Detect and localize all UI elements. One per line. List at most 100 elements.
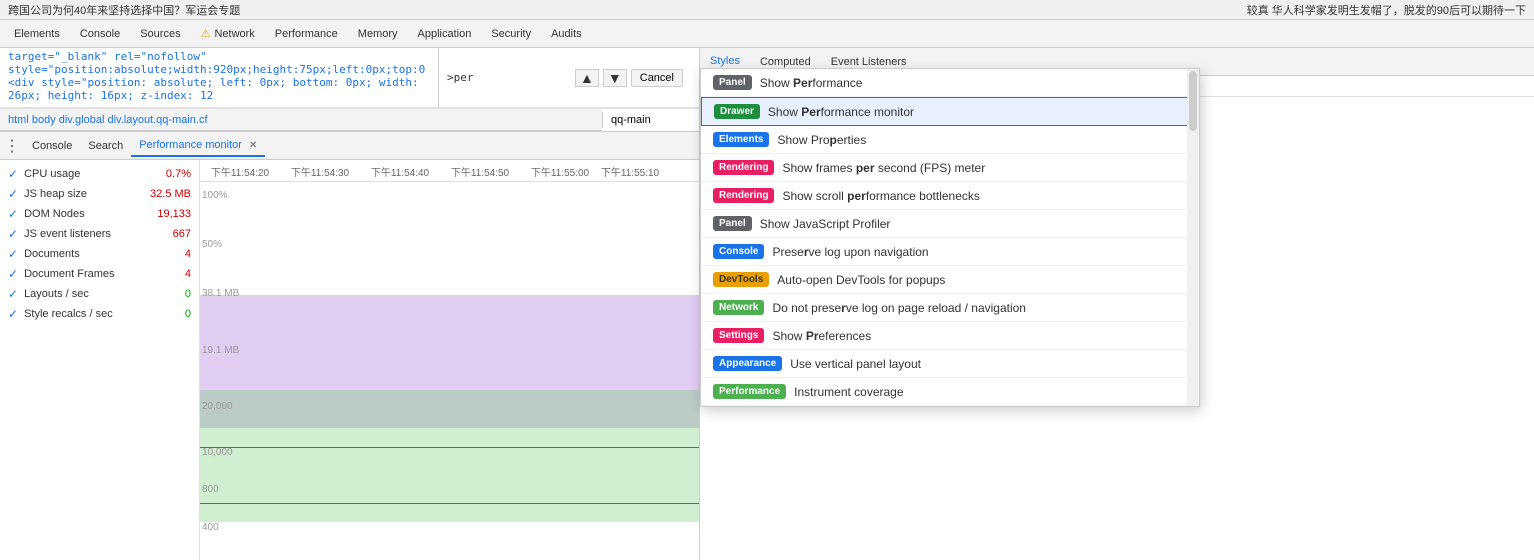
dropdown-text-settings-prefs: Show Preferences bbox=[772, 329, 1187, 343]
grid-100: 100% bbox=[202, 190, 228, 201]
grid-400: 400 bbox=[202, 522, 219, 533]
grid-50: 50% bbox=[202, 239, 222, 250]
breadcrumb-path[interactable]: html body div.global div.layout.qq-main.… bbox=[8, 114, 208, 126]
search-input[interactable] bbox=[611, 114, 691, 126]
check-icon5: ✓ bbox=[8, 247, 18, 261]
dropdown-text-panel-perf: Show Performance bbox=[760, 76, 1187, 90]
tab-console[interactable]: Console bbox=[70, 24, 130, 44]
metric-layouts: ✓ Layouts / sec 0 bbox=[0, 284, 199, 304]
metric-frames-label: Document Frames bbox=[24, 268, 141, 280]
source-right: >per bbox=[447, 71, 474, 84]
dropdown-text-console-preserve: Preserve log upon navigation bbox=[772, 245, 1187, 259]
metric-frames-value: 4 bbox=[141, 268, 191, 280]
command-dropdown: Panel Show Performance Drawer Show Perfo… bbox=[700, 68, 1200, 407]
tab-application[interactable]: Application bbox=[408, 24, 482, 44]
breadcrumb: html body div.global div.layout.qq-main.… bbox=[0, 109, 602, 131]
metric-recalcs-value: 0 bbox=[141, 308, 191, 320]
time-label-2: 下午11:54:30 bbox=[280, 164, 360, 179]
tab-elements[interactable]: Elements bbox=[4, 24, 70, 44]
dropdown-text-network-preserve: Do not preserve log on page reload / nav… bbox=[772, 301, 1187, 315]
dropdown-item-panel-perf[interactable]: Panel Show Performance bbox=[701, 69, 1199, 97]
check-icon: ✓ bbox=[8, 167, 18, 181]
metric-layouts-value: 0 bbox=[141, 288, 191, 300]
tab-sources[interactable]: Sources bbox=[130, 24, 190, 44]
perf-tabs: ⋮ Console Search Performance monitor ✕ bbox=[0, 132, 699, 160]
dropdown-item-drawer-perf[interactable]: Drawer Show Performance monitor bbox=[701, 97, 1199, 126]
dropdown-item-rendering-fps[interactable]: Rendering Show frames per second (FPS) m… bbox=[701, 154, 1199, 182]
badge-settings: Settings bbox=[713, 328, 764, 343]
tab-performance[interactable]: Performance bbox=[265, 24, 348, 44]
metric-listeners-value: 667 bbox=[141, 228, 191, 240]
dropdown-item-rendering-scroll[interactable]: Rendering Show scroll performance bottle… bbox=[701, 182, 1199, 210]
metric-layouts-label: Layouts / sec bbox=[24, 288, 141, 300]
badge-appearance: Appearance bbox=[713, 356, 782, 371]
check-icon4: ✓ bbox=[8, 227, 18, 241]
dropdown-item-perf-instrument[interactable]: Performance Instrument coverage bbox=[701, 378, 1199, 406]
badge-performance: Performance bbox=[713, 384, 786, 399]
metrics-sidebar: ✓ CPU usage 0.7% ✓ JS heap size 32.5 MB … bbox=[0, 160, 200, 560]
dropdown-scrollbar[interactable] bbox=[1187, 69, 1199, 406]
perf-monitor: ✓ CPU usage 0.7% ✓ JS heap size 32.5 MB … bbox=[0, 160, 699, 560]
tab-search[interactable]: Search bbox=[80, 136, 131, 156]
grid-heap2: 19.1 MB bbox=[202, 345, 239, 356]
cancel-button[interactable]: Cancel bbox=[631, 69, 683, 87]
tab-perf-monitor[interactable]: Performance monitor ✕ bbox=[131, 135, 265, 157]
tab-audits[interactable]: Audits bbox=[541, 24, 592, 44]
metric-cpu-label: CPU usage bbox=[24, 168, 141, 180]
dropdown-item-network-preserve[interactable]: Network Do not preserve log on page relo… bbox=[701, 294, 1199, 322]
tab-network[interactable]: ⚠ Network bbox=[191, 23, 265, 44]
scrollbar-thumb bbox=[1189, 71, 1197, 131]
tab-console-bottom[interactable]: Console bbox=[24, 136, 80, 156]
metric-dom-value: 19,133 bbox=[141, 208, 191, 220]
cpu-chart-line bbox=[200, 503, 699, 504]
dropdown-item-elements-props[interactable]: Elements Show Properties bbox=[701, 126, 1199, 154]
badge-console: Console bbox=[713, 244, 764, 259]
grid-10k: 10,000 bbox=[202, 447, 233, 458]
dropdown-item-settings-prefs[interactable]: Settings Show Preferences bbox=[701, 322, 1199, 350]
tab-security[interactable]: Security bbox=[481, 24, 541, 44]
devtools-tabs: Elements Console Sources ⚠ Network Perfo… bbox=[0, 20, 1534, 48]
metric-docs-label: Documents bbox=[24, 248, 141, 260]
metric-frames: ✓ Document Frames 4 bbox=[0, 264, 199, 284]
metric-listeners: ✓ JS event listeners 667 bbox=[0, 224, 199, 244]
grid-heap1: 38.1 MB bbox=[202, 288, 239, 299]
chart-canvas: 100% 50% 38.1 MB 19.1 MB 20,000 10,000 8… bbox=[200, 182, 699, 560]
check-icon7: ✓ bbox=[8, 287, 18, 301]
dropdown-text-perf-instrument: Instrument coverage bbox=[794, 385, 1187, 399]
grid-20k: 20,000 bbox=[202, 401, 233, 412]
cancel-area: ▲ ▼ Cancel bbox=[575, 69, 691, 87]
tab-memory[interactable]: Memory bbox=[348, 24, 408, 44]
more-tabs-icon[interactable]: ⋮ bbox=[4, 136, 20, 156]
badge-rendering-1: Rendering bbox=[713, 160, 774, 175]
metric-cpu: ✓ CPU usage 0.7% bbox=[0, 164, 199, 184]
dropdown-item-appearance-layout[interactable]: Appearance Use vertical panel layout bbox=[701, 350, 1199, 378]
metric-listeners-label: JS event listeners bbox=[24, 228, 141, 240]
metric-recalcs: ✓ Style recalcs / sec 0 bbox=[0, 304, 199, 324]
badge-rendering-2: Rendering bbox=[713, 188, 774, 203]
metric-dom: ✓ DOM Nodes 19,133 bbox=[0, 204, 199, 224]
scroll-up-btn[interactable]: ▲ bbox=[575, 69, 599, 87]
time-label-6: 下午11:55:10 bbox=[600, 164, 660, 179]
top-bar-right: 较真 华人科学家发明生发帽了，脱发的90后可以期待一下 bbox=[1247, 2, 1526, 18]
scroll-down-btn[interactable]: ▼ bbox=[603, 69, 627, 87]
dropdown-text-appearance-layout: Use vertical panel layout bbox=[790, 357, 1187, 371]
metric-heap-label: JS heap size bbox=[24, 188, 141, 200]
metric-recalcs-label: Style recalcs / sec bbox=[24, 308, 141, 320]
perf-monitor-close-icon[interactable]: ✕ bbox=[249, 140, 257, 151]
source-code-left: target="_blank" rel="nofollow" style="po… bbox=[0, 48, 439, 108]
badge-devtools: DevTools bbox=[713, 272, 769, 287]
badge-drawer: Drawer bbox=[714, 104, 760, 119]
badge-panel-2: Panel bbox=[713, 216, 752, 231]
metric-dom-label: DOM Nodes bbox=[24, 208, 141, 220]
metric-heap: ✓ JS heap size 32.5 MB bbox=[0, 184, 199, 204]
dropdown-text-elements-props: Show Properties bbox=[777, 133, 1187, 147]
check-icon3: ✓ bbox=[8, 207, 18, 221]
dropdown-item-panel-profiler[interactable]: Panel Show JavaScript Profiler bbox=[701, 210, 1199, 238]
badge-elements: Elements bbox=[713, 132, 769, 147]
check-icon2: ✓ bbox=[8, 187, 18, 201]
dropdown-item-devtools-auto[interactable]: DevTools Auto-open DevTools for popups bbox=[701, 266, 1199, 294]
warn-icon: ⚠ bbox=[201, 27, 211, 40]
metric-docs-value: 4 bbox=[141, 248, 191, 260]
dropdown-item-console-preserve[interactable]: Console Preserve log upon navigation bbox=[701, 238, 1199, 266]
chart-area: 下午11:54:20 下午11:54:30 下午11:54:40 下午11:54… bbox=[200, 160, 699, 560]
